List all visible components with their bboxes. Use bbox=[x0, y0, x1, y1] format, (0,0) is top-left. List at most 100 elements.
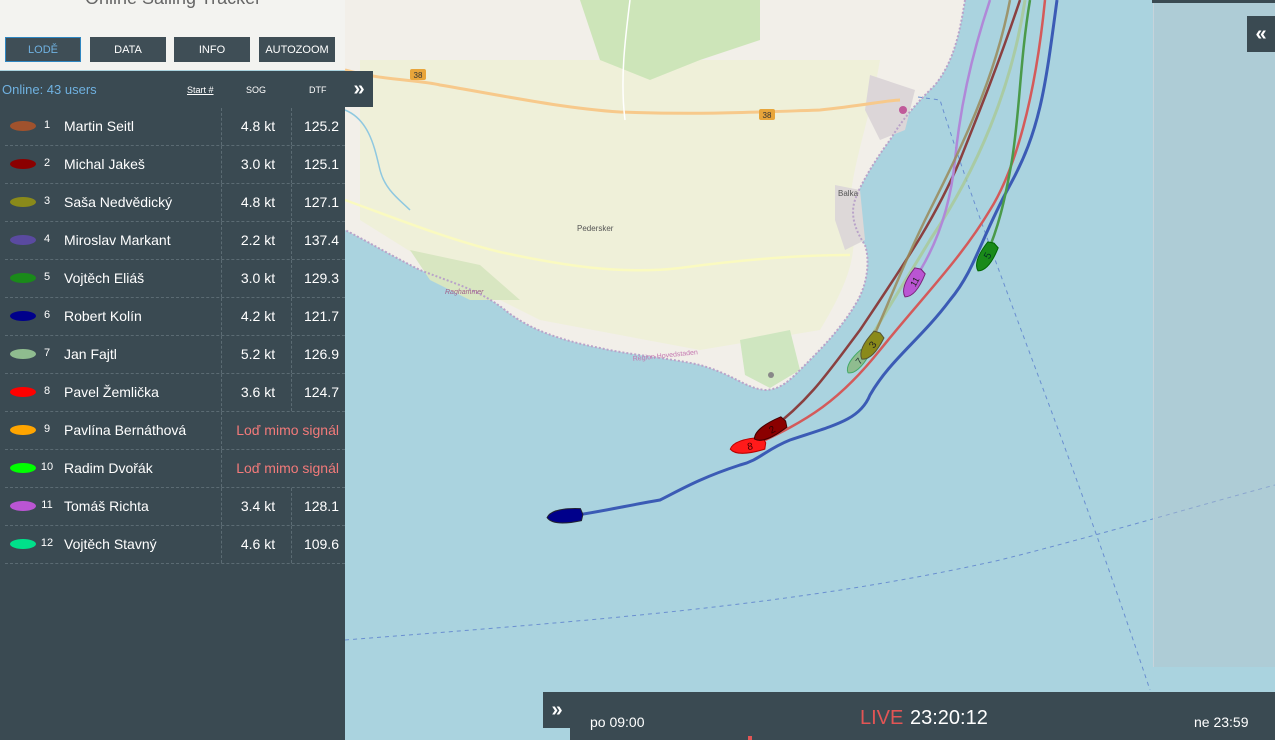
boat-color-icon bbox=[10, 539, 36, 549]
column-divider bbox=[221, 146, 222, 183]
boat-sog: 4.2 kt bbox=[240, 308, 276, 324]
boat-dtf: 124.7 bbox=[303, 384, 339, 400]
boat-row[interactable]: 7 Jan Fajtl 5.2 kt 126.9 bbox=[5, 336, 345, 374]
boat-sog: 3.6 kt bbox=[240, 384, 276, 400]
boat-sog: 2.2 kt bbox=[240, 232, 276, 248]
collapse-panel-button[interactable]: » bbox=[345, 71, 373, 107]
tab-info-button[interactable]: INFO bbox=[174, 37, 250, 62]
right-overlay-panel bbox=[1153, 0, 1275, 667]
timeline-end-label: ne 23:59 bbox=[1194, 714, 1249, 730]
autozoom-button[interactable]: AUTOZOOM bbox=[259, 37, 335, 62]
column-divider bbox=[221, 222, 222, 259]
double-chevron-left-icon: « bbox=[1255, 22, 1267, 45]
column-divider bbox=[221, 526, 222, 563]
tab-data-button[interactable]: DATA bbox=[90, 37, 166, 62]
boat-sog: 3.0 kt bbox=[240, 270, 276, 286]
boat-start-number: 5 bbox=[43, 271, 51, 283]
column-divider bbox=[221, 412, 222, 449]
column-divider bbox=[221, 450, 222, 487]
boat-sog: 4.8 kt bbox=[240, 194, 276, 210]
boat-status: Loď mimo signál bbox=[236, 422, 339, 438]
boat-color-icon bbox=[10, 197, 36, 207]
current-time: 23:20:12 bbox=[910, 707, 988, 729]
right-top-bar bbox=[1152, 0, 1275, 3]
boat-list-panel: Online: 43 users Start # SOG DTF 1 Martin… bbox=[0, 71, 345, 740]
boat-dtf: 109.6 bbox=[303, 536, 339, 552]
boat-row[interactable]: 6 Robert Kolín 4.2 kt 121.7 bbox=[5, 298, 345, 336]
boat-color-icon bbox=[10, 121, 36, 131]
column-divider bbox=[221, 488, 222, 525]
boat-start-number: 12 bbox=[40, 537, 54, 549]
boat-dtf: 121.7 bbox=[303, 308, 339, 324]
harbor-icon bbox=[899, 106, 907, 114]
double-chevron-right-icon: » bbox=[551, 698, 563, 721]
boat-skipper-name: Pavel Žemlička bbox=[64, 384, 159, 400]
app-title: Online Sailing Tracker bbox=[85, 0, 261, 9]
boat-start-number: 4 bbox=[43, 233, 51, 245]
boat-color-icon bbox=[10, 387, 36, 397]
sort-start-header[interactable]: Start # bbox=[187, 85, 214, 95]
place-label: Raghammer bbox=[445, 289, 484, 296]
boat-skipper-name: Vojtěch Stavný bbox=[64, 536, 157, 552]
boat-color-icon bbox=[10, 311, 36, 321]
boat-start-number: 8 bbox=[43, 385, 51, 397]
boat-skipper-name: Radim Dvořák bbox=[64, 460, 153, 476]
boat-start-number: 3 bbox=[43, 195, 51, 207]
boat-sog: 4.6 kt bbox=[240, 536, 276, 552]
boat-row[interactable]: 8 Pavel Žemlička 3.6 kt 124.7 bbox=[5, 374, 345, 412]
boat-skipper-name: Martin Seitl bbox=[64, 118, 135, 134]
sog-header[interactable]: SOG bbox=[246, 85, 266, 95]
boat-row[interactable]: 12 Vojtěch Stavný 4.6 kt 109.6 bbox=[5, 526, 345, 564]
boat-dtf: 129.3 bbox=[303, 270, 339, 286]
town-label: Pedersker bbox=[577, 224, 614, 233]
double-chevron-right-icon: » bbox=[353, 77, 365, 100]
boat-skipper-name: Tomáš Richta bbox=[64, 498, 149, 514]
boat-row[interactable]: 5 Vojtěch Eliáš 3.0 kt 129.3 bbox=[5, 260, 345, 298]
column-divider bbox=[221, 298, 222, 335]
boat-list-header: Online: 43 users Start # SOG DTF bbox=[0, 71, 345, 107]
expand-right-panel-button[interactable]: « bbox=[1247, 16, 1275, 52]
column-divider bbox=[221, 108, 222, 145]
boat-sog: 5.2 kt bbox=[240, 346, 276, 362]
lighthouse-icon bbox=[768, 372, 774, 378]
boat-skipper-name: Jan Fajtl bbox=[64, 346, 117, 362]
town-label: Balka bbox=[838, 189, 859, 198]
boat-dtf: 125.1 bbox=[303, 156, 339, 172]
boat-start-number: 9 bbox=[43, 423, 51, 435]
timeline-marker[interactable] bbox=[748, 736, 752, 740]
column-divider bbox=[221, 336, 222, 373]
boat-skipper-name: Miroslav Markant bbox=[64, 232, 171, 248]
boat-row[interactable]: 10 Radim Dvořák Loď mimo signál bbox=[5, 450, 345, 488]
timeline-bar[interactable]: po 09:00 LIVE 23:20:12 ne 23:59 bbox=[570, 692, 1275, 740]
boat-row[interactable]: 3 Saša Nedvědický 4.8 kt 127.1 bbox=[5, 184, 345, 222]
boat-status: Loď mimo signál bbox=[236, 460, 339, 476]
boat-color-icon bbox=[10, 159, 36, 169]
boat-start-number: 11 bbox=[41, 499, 53, 511]
column-divider bbox=[221, 374, 222, 411]
boat-skipper-name: Robert Kolín bbox=[64, 308, 142, 324]
dtf-header[interactable]: DTF bbox=[309, 85, 327, 95]
boat-dtf: 137.4 bbox=[303, 232, 339, 248]
boat-start-number: 2 bbox=[43, 157, 51, 169]
boat-row[interactable]: 9 Pavlína Bernáthová Loď mimo signál bbox=[5, 412, 345, 450]
boat-start-number: 7 bbox=[43, 347, 51, 359]
boat-skipper-name: Pavlína Bernáthová bbox=[64, 422, 187, 438]
column-divider bbox=[221, 260, 222, 297]
timeline-toggle-button[interactable]: » bbox=[543, 692, 572, 728]
online-users-count: Online: 43 users bbox=[2, 82, 97, 97]
road-number-label: 38 bbox=[414, 71, 423, 80]
tab-boats-button[interactable]: LODĚ bbox=[5, 37, 81, 62]
boat-color-icon bbox=[10, 463, 36, 473]
road-number-label: 38 bbox=[763, 111, 772, 120]
boat-start-number: 1 bbox=[43, 119, 51, 131]
boat-row[interactable]: 1 Martin Seitl 4.8 kt 125.2 bbox=[5, 108, 345, 146]
boat-row[interactable]: 4 Miroslav Markant 2.2 kt 137.4 bbox=[5, 222, 345, 260]
boat-row[interactable]: 11 Tomáš Richta 3.4 kt 128.1 bbox=[5, 488, 345, 526]
boat-skipper-name: Saša Nedvědický bbox=[64, 194, 173, 210]
boat-sog: 3.4 kt bbox=[240, 498, 276, 514]
boat-color-icon bbox=[10, 425, 36, 435]
boat-skipper-name: Vojtěch Eliáš bbox=[64, 270, 145, 286]
live-indicator[interactable]: LIVE bbox=[860, 707, 903, 730]
boat-color-icon bbox=[10, 273, 36, 283]
boat-row[interactable]: 2 Michal Jakeš 3.0 kt 125.1 bbox=[5, 146, 345, 184]
